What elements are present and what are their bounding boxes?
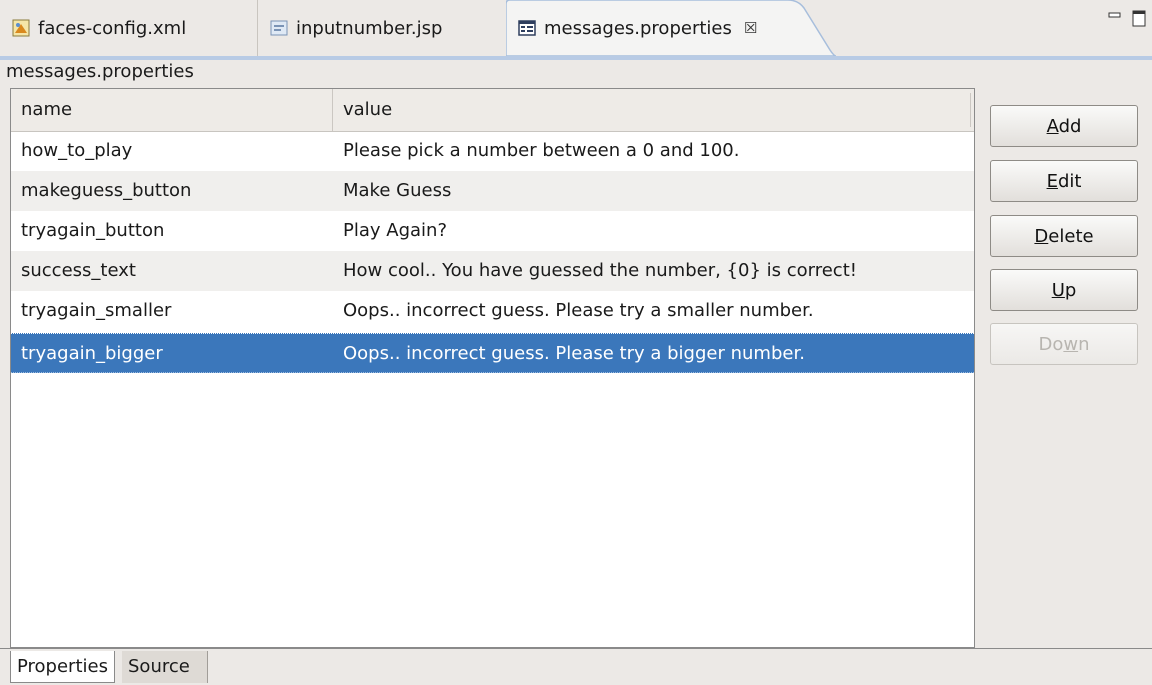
properties-file-icon — [518, 20, 536, 36]
table-row-selected[interactable]: tryagain_bigger Oops.. incorrect guess. … — [11, 333, 974, 373]
up-mnemonic: U — [1051, 280, 1065, 301]
add-button[interactable]: Add — [990, 105, 1138, 147]
tab-label: messages.properties — [544, 17, 732, 39]
jsp-file-icon — [270, 20, 288, 36]
column-header-value[interactable]: value — [333, 89, 973, 131]
tab-messages-properties[interactable]: messages.properties ☒ — [506, 0, 836, 56]
faces-config-icon — [12, 19, 30, 37]
add-mnemonic: A — [1046, 116, 1059, 137]
table-row[interactable]: how_to_play Please pick a number between… — [11, 131, 974, 171]
cell-value: How cool.. You have guessed the number, … — [343, 260, 857, 281]
cell-value: Please pick a number between a 0 and 100… — [343, 140, 740, 161]
cell-name: makeguess_button — [21, 180, 192, 201]
delete-button[interactable]: Delete — [990, 215, 1138, 257]
cell-value: Make Guess — [343, 180, 452, 201]
table-row[interactable]: makeguess_button Make Guess — [11, 171, 974, 211]
tab-faces-config[interactable]: faces-config.xml — [0, 0, 258, 56]
cell-value: Play Again? — [343, 220, 447, 241]
cell-name: tryagain_smaller — [21, 300, 172, 321]
tab-inputnumber-jsp[interactable]: inputnumber.jsp — [258, 0, 506, 56]
cell-name: success_text — [21, 260, 136, 281]
up-button[interactable]: Up — [990, 269, 1138, 311]
editor-title: messages.properties — [6, 61, 194, 82]
table-row[interactable]: tryagain_smaller Oops.. incorrect guess.… — [11, 291, 974, 331]
cell-name: how_to_play — [21, 140, 133, 161]
down-start: Do — [1038, 334, 1064, 355]
down-rest: n — [1078, 334, 1090, 355]
cell-name: tryagain_bigger — [21, 343, 163, 364]
add-rest: dd — [1058, 116, 1082, 137]
table-row[interactable]: success_text How cool.. You have guessed… — [11, 251, 974, 291]
close-tab-icon[interactable]: ☒ — [744, 19, 757, 37]
table-header: name value — [11, 89, 974, 132]
edit-mnemonic: E — [1046, 171, 1058, 192]
table-row[interactable]: tryagain_button Play Again? — [11, 211, 974, 251]
delete-mnemonic: D — [1034, 226, 1049, 247]
minimize-icon[interactable] — [1108, 10, 1122, 20]
up-rest: p — [1064, 280, 1077, 301]
editor-title-bar: messages.properties — [0, 60, 1152, 86]
editor-page-tabs: Properties Source — [0, 648, 1152, 685]
delete-rest: elete — [1048, 226, 1094, 247]
tab-properties[interactable]: Properties — [10, 651, 115, 683]
tab-label: faces-config.xml — [38, 17, 187, 39]
down-button: Down — [990, 323, 1138, 365]
tab-source[interactable]: Source — [122, 651, 208, 683]
cell-name: tryagain_button — [21, 220, 165, 241]
maximize-icon[interactable] — [1132, 10, 1146, 28]
window-controls — [1108, 10, 1146, 28]
edit-rest: dit — [1057, 171, 1082, 192]
down-mnemonic: w — [1063, 334, 1079, 355]
cell-value: Oops.. incorrect guess. Please try a sma… — [343, 300, 814, 321]
edit-button[interactable]: Edit — [990, 160, 1138, 202]
cell-value: Oops.. incorrect guess. Please try a big… — [343, 343, 805, 364]
column-header-name[interactable]: name — [11, 89, 333, 131]
tab-label: inputnumber.jsp — [296, 17, 443, 39]
properties-table: name value how_to_play Please pick a num… — [10, 88, 975, 648]
editor-tab-strip: faces-config.xml inputnumber.jsp message… — [0, 0, 1152, 56]
